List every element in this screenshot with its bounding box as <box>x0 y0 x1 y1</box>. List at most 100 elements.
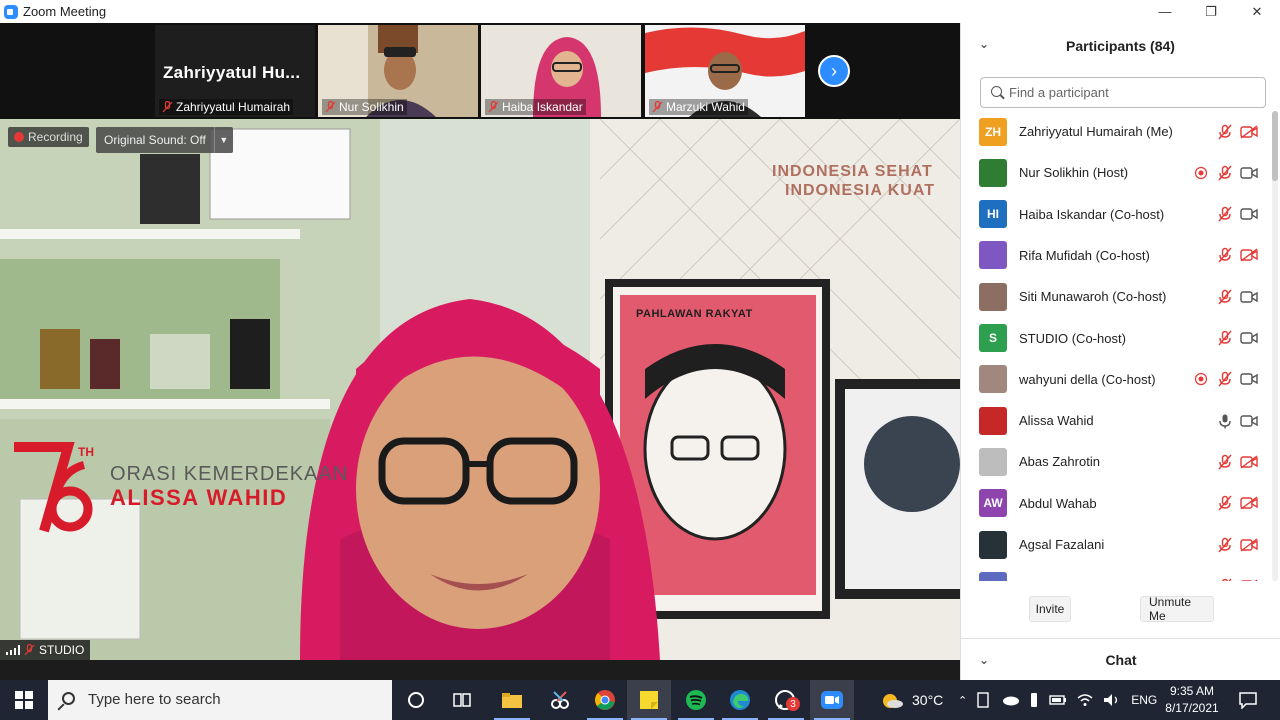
video-off-icon[interactable] <box>1240 123 1258 141</box>
mic-muted-icon <box>652 100 663 113</box>
original-sound-button[interactable]: Original Sound: Off ▼ <box>96 127 233 153</box>
mic-icon[interactable] <box>1216 412 1234 430</box>
video-camera-icon[interactable] <box>1240 370 1258 388</box>
spotify-button[interactable] <box>674 680 718 720</box>
battery-icon[interactable] <box>1049 694 1067 706</box>
participant-row[interactable]: ZH Zahriyyatul Humairah (Me) <box>961 111 1269 152</box>
participant-avatar <box>979 365 1007 394</box>
video-off-icon[interactable] <box>1240 577 1258 581</box>
video-tile[interactable]: Zahriyyatul Hu... Zahriyyatul Humairah <box>155 25 315 117</box>
window-title: Zoom Meeting <box>23 4 107 19</box>
wifi-icon[interactable] <box>1077 693 1093 707</box>
mic-muted-icon[interactable] <box>1216 164 1234 182</box>
mic-muted-icon[interactable] <box>1216 577 1234 581</box>
participant-row[interactable]: AW Abdul Wahab <box>961 483 1269 524</box>
video-camera-icon[interactable] <box>1240 205 1258 223</box>
edge-button[interactable] <box>718 680 762 720</box>
search-icon <box>991 86 1002 97</box>
participant-row[interactable]: Nur Solikhin (Host) <box>961 152 1269 193</box>
mic-muted-icon[interactable] <box>1216 329 1234 347</box>
restore-button[interactable]: ❐ <box>1188 0 1234 23</box>
unmute-me-button[interactable]: Unmute Me <box>1140 595 1214 623</box>
participant-list-scrollbar[interactable] <box>1272 111 1278 581</box>
windows-logo-icon <box>15 691 33 709</box>
taskbar-clock[interactable]: 9:35 AM 8/17/2021 <box>1160 683 1224 717</box>
meeting-area: Zahriyyatul Hu... Zahriyyatul Humairah N… <box>0 23 960 680</box>
snip-tool-button[interactable] <box>538 680 582 720</box>
chevron-down-icon[interactable]: ▼ <box>215 127 233 153</box>
video-off-icon[interactable] <box>1240 536 1258 554</box>
video-camera-icon[interactable] <box>1240 164 1258 182</box>
participant-avatar <box>979 406 1007 435</box>
taskbar-search-input[interactable]: Type here to search <box>48 680 392 720</box>
video-tile[interactable]: Nur Solikhin <box>318 25 478 117</box>
chevron-up-icon[interactable]: ⌃ <box>958 694 967 707</box>
participant-row[interactable]: wahyuni della (Co-host) <box>961 359 1269 400</box>
onedrive-cloud-icon[interactable] <box>1001 694 1020 706</box>
clock-time: 9:35 AM <box>1169 684 1215 698</box>
tile-name: Haiba Iskandar <box>502 100 583 114</box>
video-camera-icon[interactable] <box>1240 288 1258 306</box>
participant-row[interactable]: Alissa Wahid <box>961 400 1269 441</box>
next-page-button[interactable]: › <box>818 55 850 87</box>
collapse-chevron-icon[interactable]: ⌄ <box>979 37 989 51</box>
chat-header[interactable]: ⌄ Chat <box>961 638 1280 680</box>
speaker-name: STUDIO <box>39 643 85 657</box>
participant-row[interactable] <box>961 565 1269 581</box>
close-button[interactable]: ✕ <box>1234 0 1280 23</box>
task-view-button[interactable] <box>440 680 484 720</box>
invite-button[interactable]: Invite <box>1029 596 1071 622</box>
participant-row[interactable]: Abas Zahrotin <box>961 441 1269 482</box>
sticky-notes-button[interactable] <box>627 680 671 720</box>
whatsapp-button[interactable]: 3 <box>764 680 808 720</box>
usb-drive-icon[interactable] <box>1029 692 1039 708</box>
cortana-button[interactable] <box>394 680 438 720</box>
taskbar-search-placeholder: Type here to search <box>88 691 221 708</box>
mic-muted-icon[interactable] <box>1216 205 1234 223</box>
zoom-button[interactable] <box>810 680 854 720</box>
file-explorer-button[interactable] <box>490 680 534 720</box>
chrome-button[interactable] <box>583 680 627 720</box>
participant-name: Zahriyyatul Humairah (Me) <box>1019 124 1173 139</box>
participant-name: Haiba Iskandar (Co-host) <box>1019 206 1165 222</box>
notification-icon <box>1239 692 1257 709</box>
recording-indicator[interactable]: Recording <box>8 127 89 147</box>
participant-name: Abdul Wahab <box>1019 495 1097 511</box>
mic-muted-icon[interactable] <box>1216 123 1234 141</box>
video-off-icon[interactable] <box>1240 246 1258 264</box>
participant-row[interactable]: Rifa Mufidah (Co-host) <box>961 235 1269 276</box>
mic-muted-icon[interactable] <box>1216 288 1234 306</box>
collapse-chevron-icon[interactable]: ⌄ <box>979 653 989 667</box>
participant-search-input[interactable]: Find a participant <box>980 77 1266 108</box>
participant-row[interactable]: Agsal Fazalani <box>961 524 1269 565</box>
participant-avatar <box>979 447 1007 476</box>
start-button[interactable] <box>0 680 48 720</box>
mic-muted-icon[interactable] <box>1216 453 1234 471</box>
mic-muted-icon[interactable] <box>1216 536 1234 554</box>
participant-row[interactable]: Siti Munawaroh (Co-host) <box>961 276 1269 317</box>
input-language[interactable]: ENG <box>1131 693 1157 707</box>
minimize-button[interactable]: — <box>1142 0 1188 23</box>
clock-date: 8/17/2021 <box>1165 701 1219 715</box>
video-off-icon[interactable] <box>1240 453 1258 471</box>
participant-name: Nur Solikhin (Host) <box>1019 165 1129 181</box>
mic-muted-icon[interactable] <box>1216 370 1234 388</box>
snip-icon <box>551 691 569 709</box>
video-tile[interactable]: Marzuki Wahid <box>645 25 805 117</box>
participant-name: Alissa Wahid <box>1019 413 1094 429</box>
video-off-icon[interactable] <box>1240 494 1258 512</box>
participant-row[interactable]: HI Haiba Iskandar (Co-host) <box>961 194 1269 235</box>
tablet-mode-icon[interactable] <box>977 692 991 708</box>
video-camera-icon[interactable] <box>1240 329 1258 347</box>
scrollbar-thumb[interactable] <box>1272 111 1278 181</box>
participants-header: ⌄ Participants (84) <box>961 23 1280 69</box>
video-camera-icon[interactable] <box>1240 412 1258 430</box>
notification-center-button[interactable] <box>1226 680 1270 720</box>
weather-widget[interactable]: 30°C <box>880 680 943 720</box>
notification-badge: 3 <box>786 697 800 711</box>
volume-icon[interactable] <box>1103 693 1121 707</box>
mic-muted-icon[interactable] <box>1216 494 1234 512</box>
video-tile[interactable]: Haiba Iskandar <box>481 25 641 117</box>
mic-muted-icon[interactable] <box>1216 246 1234 264</box>
participant-row[interactable]: S STUDIO (Co-host) <box>961 318 1269 359</box>
